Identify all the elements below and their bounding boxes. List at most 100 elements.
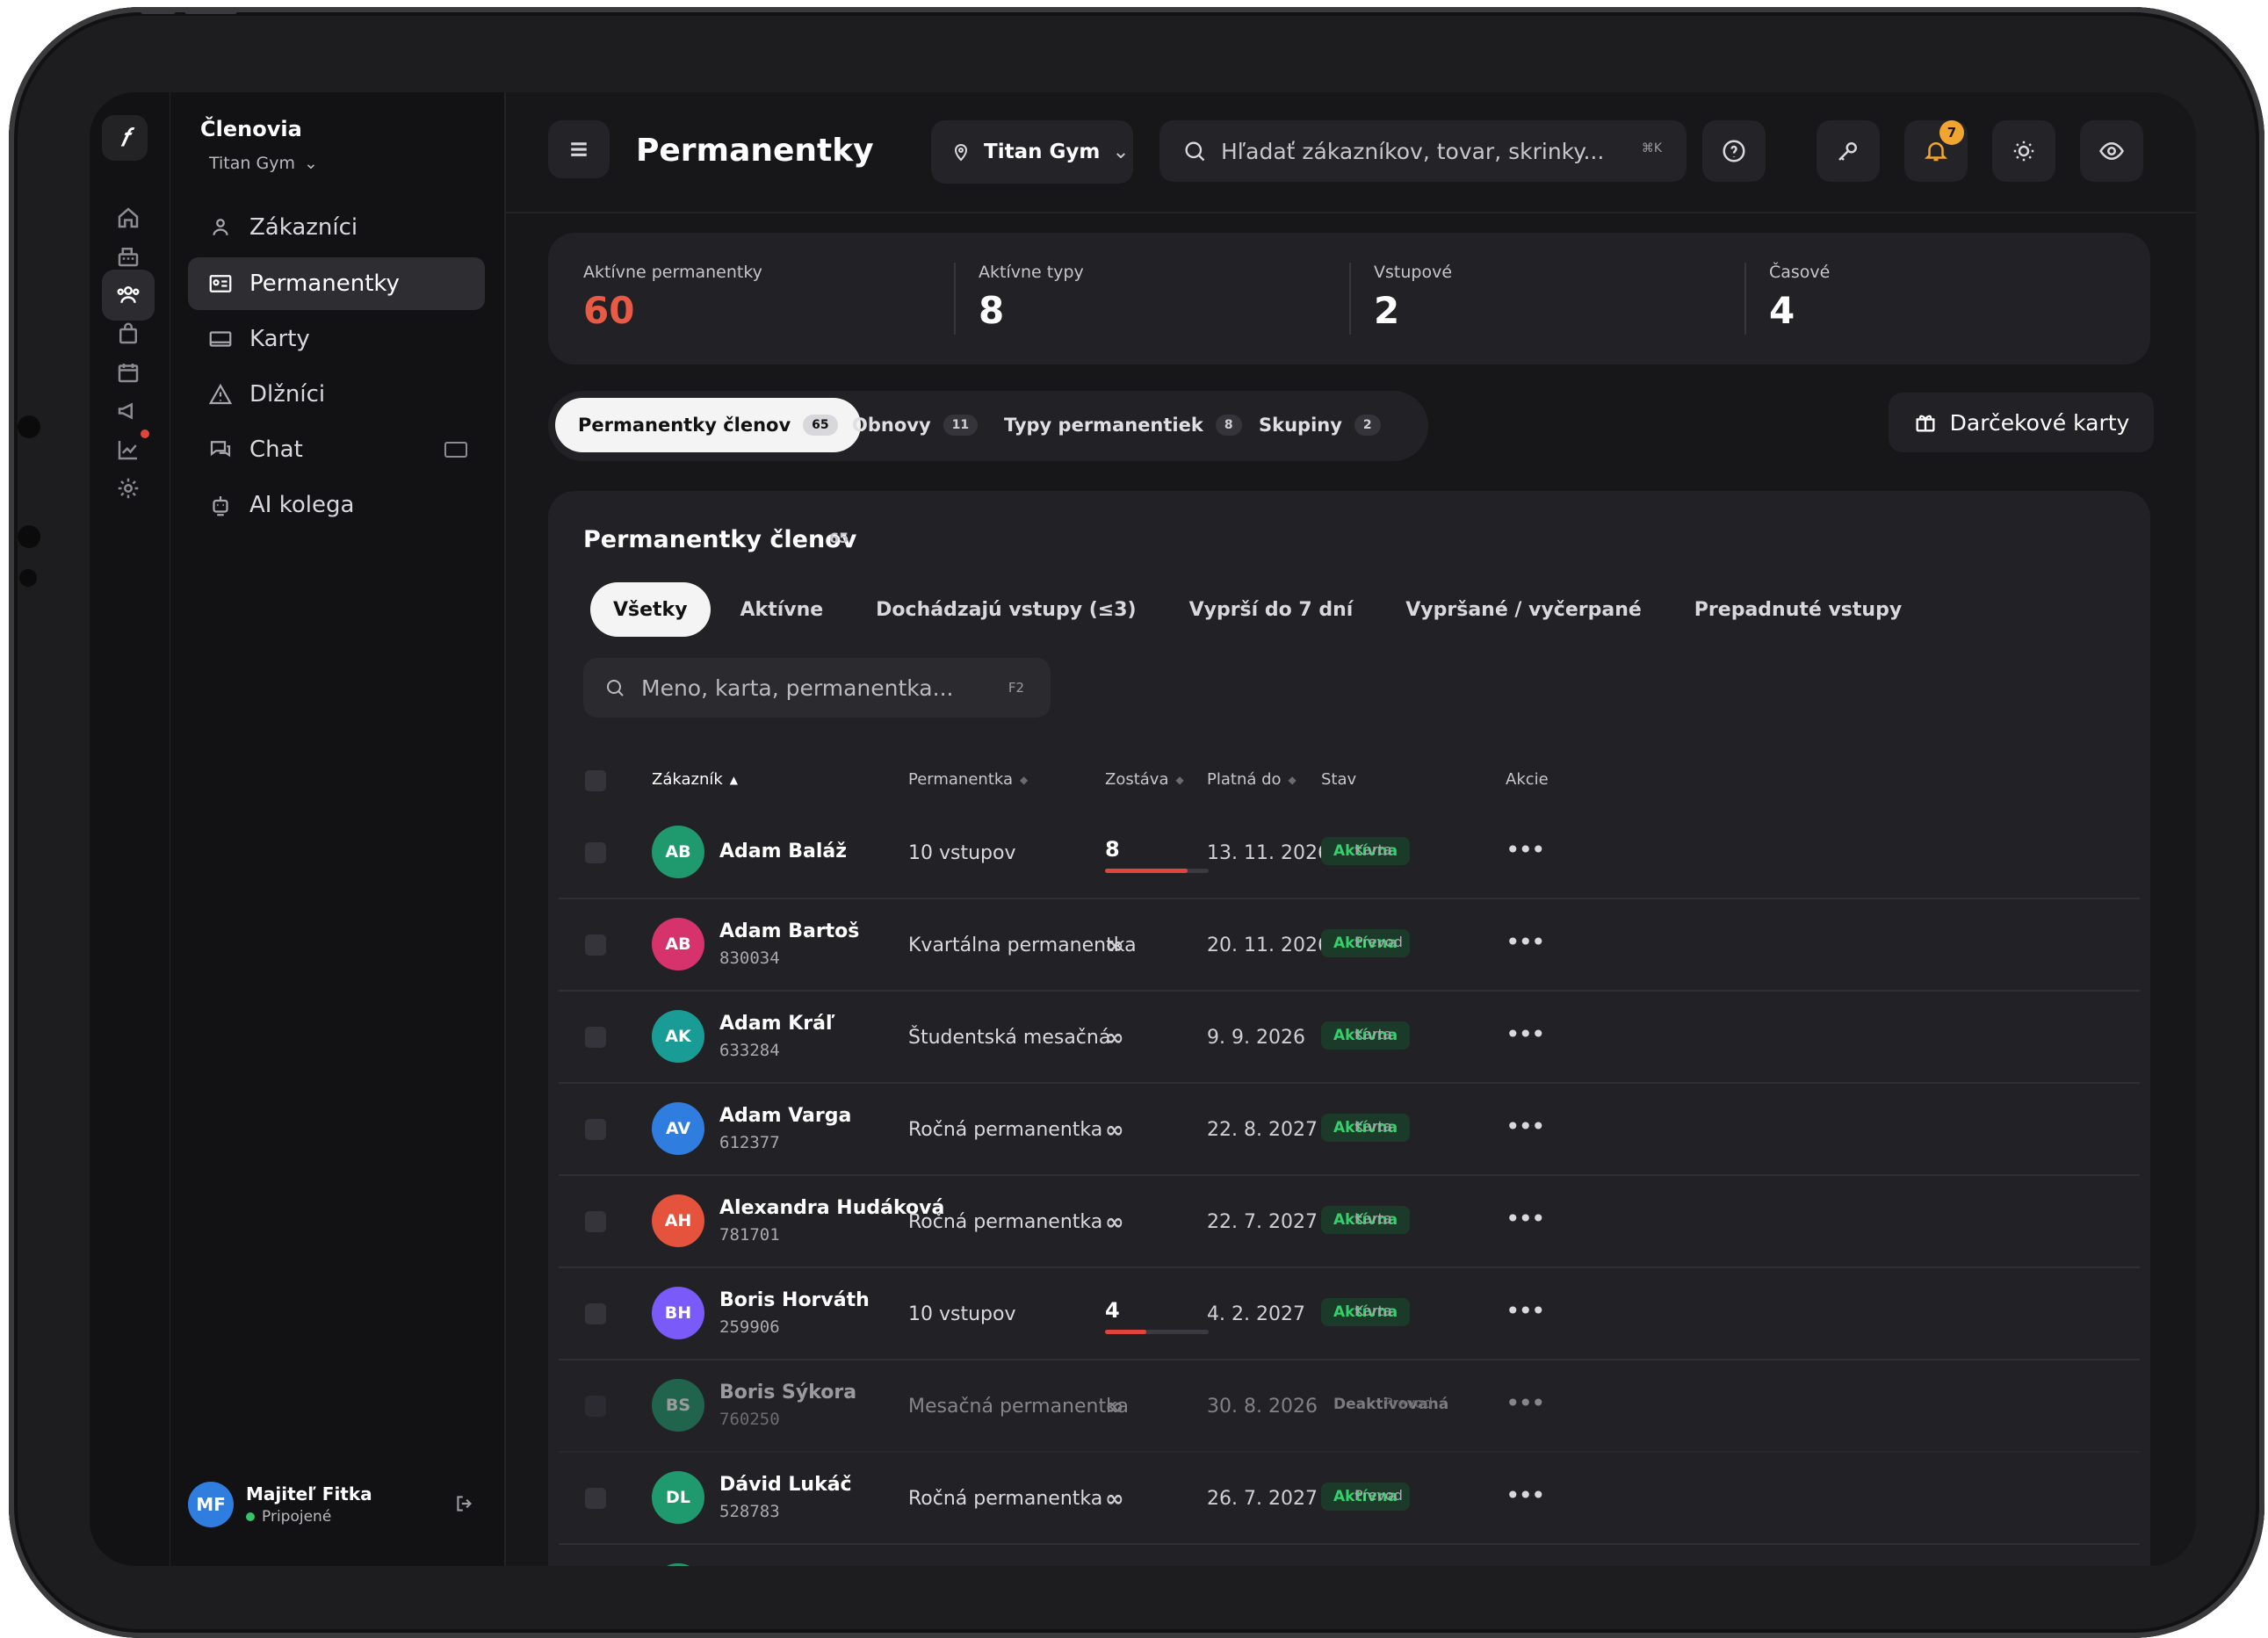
table-row[interactable]: AK Adam Kráľ 633284 Študentská mesačná ∞ 9. 9… <box>559 992 2140 1084</box>
help-icon <box>1723 140 1745 162</box>
row-checkbox[interactable] <box>585 1027 606 1048</box>
theme-button[interactable] <box>1992 120 2055 182</box>
tab-member-passes[interactable]: Permanentky členov 65 <box>555 398 861 452</box>
table-row[interactable]: DL Dávid Lukáč 528783 Ročná permanentka ∞ 26.… <box>559 1453 2140 1545</box>
tab-renewals[interactable]: Obnovy 11 <box>829 398 1000 452</box>
valid-until: 22. 8. 2027 <box>1207 1119 1318 1141</box>
gift-cards-label: Darčekové karty <box>1949 409 2130 436</box>
table-row[interactable]: BH Boris Horváth 259906 10 vstupov 4 4. 2. 20… <box>559 1268 2140 1360</box>
visibility-button[interactable] <box>2080 120 2143 182</box>
users-icon <box>117 286 140 303</box>
customer-name[interactable]: Adam Kráľ <box>719 1013 835 1035</box>
sidebar-item-customers[interactable]: Zákazníci <box>188 201 485 254</box>
sidebar-item-passes[interactable]: Permanentky <box>188 257 485 310</box>
keys-button[interactable] <box>1817 120 1880 182</box>
table-header: Zákazník ▲ Permanentka ◆ Zostáva ◆ Platná d… <box>548 754 2150 807</box>
table-row[interactable]: AB Adam Baláž 10 vstupov 8 13. 11. 2026 Aktív… <box>559 807 2140 899</box>
notifications-button[interactable]: 7 <box>1904 120 1968 182</box>
user-status: Pripojené <box>246 1508 372 1526</box>
gym-dropdown[interactable]: Titan Gym ⌄ <box>931 120 1133 184</box>
more-actions-icon[interactable]: ••• <box>1506 1112 1546 1141</box>
customer-id: 633284 <box>719 1041 780 1060</box>
column-remaining[interactable]: Zostáva ◆ <box>1105 770 1184 789</box>
global-search[interactable]: ⌘K <box>1159 120 1687 182</box>
filter-expired[interactable]: Vypršané / vyčerpané <box>1383 582 1665 637</box>
more-actions-icon[interactable]: ••• <box>1506 927 1546 956</box>
sidebar-item-chat[interactable]: Chat <box>188 423 485 476</box>
select-all-checkbox[interactable] <box>585 770 606 791</box>
rail-settings[interactable] <box>102 463 155 514</box>
customer-name[interactable]: Boris Horváth <box>719 1289 870 1311</box>
column-customer[interactable]: Zákazník ▲ <box>652 770 738 789</box>
users-icon <box>213 219 228 235</box>
divider <box>954 263 956 335</box>
remaining-value: 8 <box>1105 837 1120 862</box>
more-actions-icon[interactable]: ••• <box>1506 1204 1546 1233</box>
filter-active[interactable]: Aktívne <box>718 582 847 637</box>
icon-rail: 𝑓 <box>90 92 171 1566</box>
customer-name[interactable]: Adam Varga <box>719 1105 851 1127</box>
more-actions-icon[interactable]: ••• <box>1506 1020 1546 1049</box>
logout-icon[interactable] <box>453 1492 476 1515</box>
gym-selector[interactable]: Titan Gym ⌄ <box>209 154 318 173</box>
more-actions-icon[interactable]: ••• <box>1506 835 1546 864</box>
sidebar-item-label: Chat <box>249 437 303 463</box>
filter-expiring[interactable]: Vyprší do 7 dní <box>1167 582 1376 637</box>
payment-source: Prevod <box>1384 1395 1433 1411</box>
filter-forfeited[interactable]: Prepadnuté vstupy <box>1672 582 1925 637</box>
pass-name: Ročná permanentka <box>908 1211 1103 1233</box>
valid-until: 20. 11. 2026 <box>1207 934 1330 956</box>
row-checkbox[interactable] <box>585 1119 606 1140</box>
help-button[interactable] <box>1702 120 1766 182</box>
user-status-label: Pripojené <box>262 1508 332 1526</box>
table-row[interactable]: BS Boris Sýkora 760250 Mesačná permanentka ∞… <box>559 1360 2140 1453</box>
customer-name[interactable]: Dávid Lukáč <box>719 1474 852 1496</box>
notification-dot <box>141 429 149 438</box>
customer-name[interactable]: Adam Bartoš <box>719 920 859 942</box>
customer-id: 830034 <box>719 949 780 968</box>
sidebar-item-ai[interactable]: AI kolega <box>188 479 485 531</box>
cash-register-icon <box>118 248 139 267</box>
sidebar-item-cards[interactable]: Karty <box>188 313 485 365</box>
menu-button[interactable] <box>548 120 610 178</box>
filter-all[interactable]: Všetky <box>590 582 711 637</box>
sort-asc-icon: ▲ <box>729 773 739 786</box>
tab-groups[interactable]: Skupiny 2 <box>1236 398 1404 452</box>
row-checkbox[interactable] <box>585 1303 606 1324</box>
table-row[interactable]: AB Adam Bartoš 830034 Kvartálna permanentka… <box>559 899 2140 992</box>
member-passes-panel: Permanentky členov 65 Všetky Aktívne Doc… <box>548 491 2150 1566</box>
table-row[interactable]: AH Alexandra Hudáková 781701 Ročná permanen… <box>559 1176 2140 1268</box>
app-logo[interactable]: 𝑓 <box>102 115 148 161</box>
stat-value: 4 <box>1769 289 1795 332</box>
user-name: Majiteľ Fitka <box>246 1483 372 1505</box>
sidebar-item-debtors[interactable]: Dlžníci <box>188 368 485 421</box>
row-checkbox[interactable] <box>585 934 606 956</box>
id-card-icon <box>209 275 232 292</box>
gift-icon <box>1916 415 1935 432</box>
table-search[interactable]: F2 <box>583 658 1051 718</box>
tablet-frame: 𝑓 Členovia Titan Gym ⌄ Zákazníci Permanen… <box>9 7 2264 1638</box>
filter-low-entries[interactable]: Dochádzajú vstupy (≤3) <box>853 582 1159 637</box>
global-search-input[interactable] <box>1219 137 1609 165</box>
remaining-value: ∞ <box>1105 933 1124 959</box>
customer-name[interactable]: Boris Sýkora <box>719 1382 856 1403</box>
table-search-input[interactable] <box>639 674 977 702</box>
customer-name[interactable]: Adam Baláž <box>719 841 847 862</box>
gift-cards-button[interactable]: Darčekové karty <box>1889 393 2154 452</box>
notification-count: 7 <box>1939 120 1964 145</box>
user-profile[interactable]: MF Majiteľ Fitka Pripojené <box>188 1478 487 1531</box>
row-checkbox[interactable] <box>585 842 606 863</box>
more-actions-icon[interactable]: ••• <box>1506 1296 1546 1325</box>
table-row[interactable]: AV Adam Varga 612377 Ročná permanentka ∞ 22. … <box>559 1084 2140 1176</box>
row-checkbox[interactable] <box>585 1211 606 1232</box>
row-checkbox[interactable] <box>585 1488 606 1509</box>
more-actions-icon[interactable]: ••• <box>1506 1481 1546 1510</box>
row-checkbox[interactable] <box>585 1396 606 1417</box>
table-body: AB Adam Baláž 10 vstupov 8 13. 11. 2026 Aktív… <box>559 807 2140 1566</box>
column-pass[interactable]: Permanentka ◆ <box>908 770 1028 789</box>
more-actions-icon[interactable]: ••• <box>1506 1389 1546 1418</box>
column-valid[interactable]: Platná do ◆ <box>1207 770 1297 789</box>
table-row[interactable]: DHDominika Halászová10 vstupov310. 11. 2… <box>559 1545 2140 1566</box>
column-actions: Akcie <box>1506 770 1549 789</box>
tab-pass-types[interactable]: Typy permanentiek 8 <box>981 398 1265 452</box>
